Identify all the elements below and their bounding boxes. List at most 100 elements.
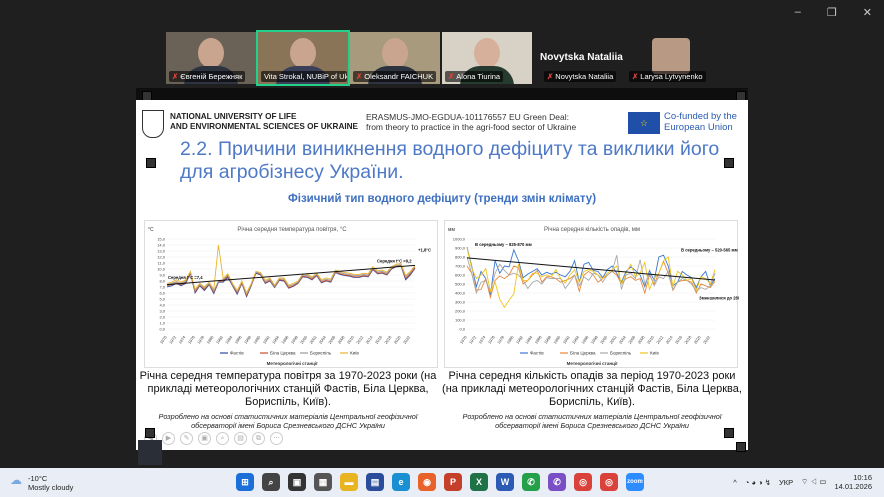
annotation: Зменшилися до 280 мм (699, 295, 739, 300)
y-tick-label: 9,0 (159, 273, 165, 278)
video-tile[interactable]: ✗ Oleksandr FAICHUK (350, 32, 440, 84)
x-tick-label: 1972 (168, 334, 178, 345)
x-tick-label: 1996 (580, 334, 590, 345)
x-tick-label: 2020 (393, 334, 403, 345)
legend-label: Фастів (530, 351, 544, 356)
video-tile-active-speaker[interactable]: Vita Strokal, NUBiP of Ukr... (256, 30, 350, 86)
word-icon[interactable]: W (496, 473, 514, 491)
powerpoint-icon[interactable]: P (444, 473, 462, 491)
temperature-chart: Річна середня температура повітря, °С °С 0… (144, 220, 438, 368)
y-tick-label: 100,0 (455, 318, 466, 323)
minimize-button[interactable]: – (795, 6, 801, 19)
clock[interactable]: 10:16 14.01.2026 (834, 473, 872, 491)
task-view-icon[interactable]: ▣ (288, 473, 306, 491)
window-controls: – ❐ ✕ (795, 6, 872, 19)
file-explorer-icon[interactable]: ▬ (340, 473, 358, 491)
edge-icon[interactable]: e (392, 473, 410, 491)
x-tick-label: 1980 (505, 334, 515, 345)
legend-label: Біла Церква (570, 351, 596, 356)
x-tick-label: 1996 (280, 334, 290, 345)
resize-handle[interactable] (138, 440, 162, 465)
whatsapp-icon[interactable]: ✆ (522, 473, 540, 491)
chevron-up-icon[interactable]: ^ (733, 478, 737, 487)
zoom-icon[interactable]: zoom (626, 473, 644, 491)
legend-label: Бориспіль (310, 351, 332, 356)
chrome-profile-icon[interactable]: ◎ (600, 473, 618, 491)
excel-icon[interactable]: X (470, 473, 488, 491)
subtitles-button[interactable]: ▤ (234, 432, 247, 445)
x-tick-label: 1978 (496, 334, 506, 345)
pen-tool-button[interactable]: ✎ (180, 432, 193, 445)
legend-label: Бориспіль (610, 351, 632, 356)
y-tick-label: 4,0 (159, 303, 165, 308)
video-tile[interactable]: ✗ Larysa Lytvynenko (626, 32, 722, 84)
x-tick-label: 2008 (336, 334, 346, 345)
wifi-volume-battery-icons[interactable]: ⌔ ◁ ▭ (801, 477, 826, 487)
precipitation-chart: Річна середня кількість опадів, мм мм 0,0 1… (444, 220, 748, 368)
x-tick-label: 1978 (196, 334, 206, 345)
save-app-icon[interactable]: ▤ (366, 473, 384, 491)
project-title: ERASMUS-JMO-EGDUA-101176557 EU Green Dea… (366, 112, 577, 132)
selection-handle[interactable] (146, 158, 156, 168)
y-axis-unit: °С (148, 227, 154, 233)
language-indicator[interactable]: УКР (779, 478, 793, 487)
camera-button[interactable]: ⧉ (252, 432, 265, 445)
y-tick-label: 13,0 (157, 249, 166, 254)
viber-icon[interactable]: ✆ (548, 473, 566, 491)
selection-handle[interactable] (736, 442, 746, 452)
mic-muted-icon: ✗ (547, 72, 554, 81)
video-tile[interactable]: ✗ Євгеній Бережняк (166, 32, 256, 84)
x-tick-label: 1982 (515, 334, 525, 345)
y-tick-label: 1000,0 (453, 237, 466, 242)
slide-subtitle: Фізичний тип водного дефіциту (тренди зм… (287, 193, 597, 205)
weather-widget[interactable]: ☁ -10°C Mostly cloudy (10, 474, 73, 492)
x-tick-label: 2000 (599, 334, 609, 345)
taskbar: ☁ -10°C Mostly cloudy ⊞ ⌕ ▣ ▦ ▬ ▤ e ◉ P X W ✆ ✆ ◎ ◎ zoom … (0, 468, 884, 497)
x-tick-label: 2020 (693, 334, 703, 345)
university-name: NATIONAL UNIVERSITY OF LIFE AND ENVIRONM… (170, 112, 359, 131)
zoom-button[interactable]: ⌕ (216, 432, 229, 445)
close-button[interactable]: ✕ (863, 6, 872, 19)
x-tick-label: 2016 (674, 334, 684, 345)
chart-title: Річна середня кількість опадів, мм (544, 227, 640, 233)
y-tick-label: 0,0 (159, 327, 165, 332)
x-tick-label: 2018 (383, 334, 393, 345)
calculator-icon[interactable]: ▦ (314, 473, 332, 491)
x-tick-label: 2004 (618, 334, 628, 345)
tray-icons[interactable]: ◔ ◕ ◑ ↯ (745, 478, 771, 487)
slides-grid-button[interactable]: ▣ (198, 432, 211, 445)
selection-handle[interactable] (724, 428, 734, 438)
selection-handle[interactable] (724, 158, 734, 168)
y-tick-label: 0,0 (459, 327, 465, 332)
search-icon[interactable]: ⌕ (262, 473, 280, 491)
more-options-button[interactable]: ⋯ (270, 432, 283, 445)
start-icon[interactable]: ⊞ (236, 473, 254, 491)
video-tile-no-video[interactable]: ✗ Novytska Nataliia (534, 32, 630, 84)
x-tick-label: 1970 (459, 334, 469, 345)
x-tick-label: 1976 (487, 334, 497, 345)
x-tick-label: 1984 (224, 334, 234, 345)
y-tick-label: 300,0 (455, 300, 466, 305)
chart-title: Річна середня температура повітря, °С (237, 227, 347, 233)
x-tick-label: 2006 (627, 334, 637, 345)
next-slide-button[interactable]: ▶ (162, 432, 175, 445)
x-axis-label: Метеорологічні станції (567, 361, 618, 366)
x-tick-label: 1990 (552, 334, 562, 345)
video-tile[interactable]: ✗ Alona Tiurina (442, 32, 532, 84)
caption-right: Річна середня кількість опадів за період… (442, 370, 742, 430)
university-logo (142, 110, 164, 138)
x-tick-label: 2022 (402, 334, 412, 345)
x-tick-label: 1986 (233, 334, 243, 345)
y-tick-label: 8,0 (159, 279, 165, 284)
x-tick-label: 2022 (702, 334, 712, 345)
y-axis-unit: мм (448, 227, 455, 233)
x-tick-label: 2016 (374, 334, 384, 345)
participant-name: Alona Tiurina (456, 72, 501, 81)
maximize-button[interactable]: ❐ (827, 6, 837, 19)
selection-handle[interactable] (145, 428, 155, 438)
firefox-icon[interactable]: ◉ (418, 473, 436, 491)
chrome-icon[interactable]: ◎ (574, 473, 592, 491)
y-tick-label: 7,0 (159, 285, 165, 290)
participant-name: Novytska Nataliia (555, 72, 614, 81)
y-tick-label: 6,0 (159, 291, 165, 296)
